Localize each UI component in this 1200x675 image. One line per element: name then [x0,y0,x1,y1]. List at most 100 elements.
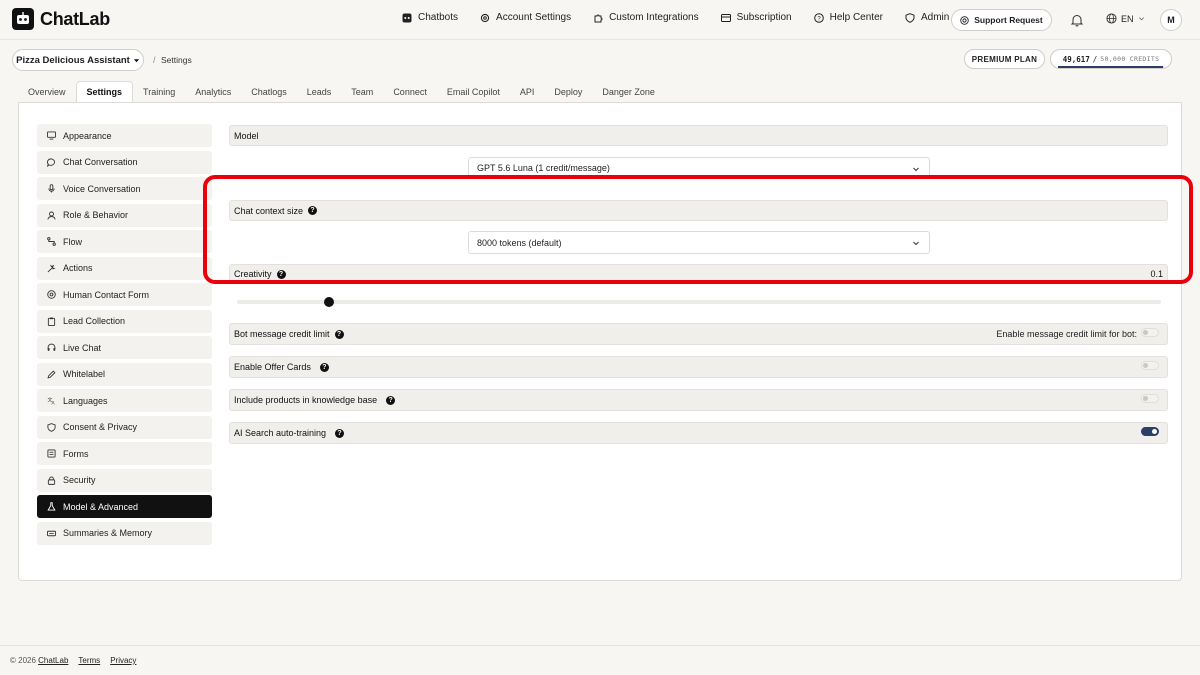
toggle-knob [1143,363,1148,368]
chevron-down-icon [913,241,919,246]
nav-help-center[interactable]: ? Help Center [813,12,883,23]
context-size-select[interactable]: 8000 tokens (default) [468,231,930,254]
sidebar-item-label: Voice Conversation [63,183,141,194]
offer-cards-row: Enable Offer Cards ? [229,356,1168,378]
settings-tabs: Overview Settings Training Analytics Chatlog… [18,81,665,102]
creativity-section-header: Creativity ? 0.1 [229,264,1168,284]
nav-chatbots[interactable]: Chatbots [402,12,458,23]
tab-chatlogs[interactable]: Chatlogs [241,81,297,102]
credits-progress-bar [1058,66,1164,68]
sidebar-item-whitelabel[interactable]: Whitelabel [37,362,212,386]
bell-icon[interactable] [1070,13,1084,27]
nav-admin-label: Admin [920,12,950,23]
lock-icon [47,475,56,485]
sidebar-item-live-chat[interactable]: Live Chat [37,336,212,359]
language-selector[interactable]: EN [1106,13,1145,24]
footer-brand-link[interactable]: ChatLab [38,656,68,665]
user-avatar[interactable]: M [1160,9,1182,31]
ai-search-toggle[interactable] [1141,427,1159,436]
tab-danger-zone[interactable]: Danger Zone [592,81,665,102]
credit-limit-toggle[interactable] [1141,328,1159,337]
tab-settings[interactable]: Settings [75,81,134,102]
toggle-knob [1143,396,1148,401]
creativity-slider[interactable] [237,297,1161,307]
sidebar-item-label: Lead Collection [63,316,126,326]
help-icon[interactable]: ? [334,329,344,339]
privacy-link[interactable]: Privacy [110,656,136,665]
footer-copyright: © 2026 ChatLab [10,656,68,665]
nav-custom-integrations[interactable]: Custom Integrations [593,12,699,23]
app-logo[interactable]: ChatLab [12,8,110,30]
sidebar-item-label: Role & Behavior [63,210,129,220]
tab-leads[interactable]: Leads [297,81,342,102]
tab-api[interactable]: API [510,81,545,102]
sidebar-item-label: Model & Advanced [63,501,139,512]
context-size-label: Chat context size [234,205,304,216]
support-request-label: Support Request [974,15,1043,25]
offer-cards-toggle[interactable] [1141,361,1159,370]
nav-subscription[interactable]: Subscription [720,12,792,23]
sidebar-item-flow[interactable]: Flow [37,230,212,253]
help-icon[interactable]: ? [308,206,318,215]
sidebar-item-actions[interactable]: Actions [37,256,212,280]
nav-account-settings[interactable]: Account Settings [480,12,571,23]
sidebar-item-label: Consent & Privacy [63,422,138,432]
credits-progress-fill [1058,66,1164,68]
chevron-down-icon [1138,17,1144,21]
help-icon[interactable]: ? [386,395,396,405]
tab-analytics[interactable]: Analytics [185,81,241,102]
support-request-button[interactable]: Support Request [951,9,1052,31]
sidebar-item-chat-conversation[interactable]: Chat Conversation [37,150,212,174]
robot-logo-icon [12,8,34,30]
sidebar-item-consent-privacy[interactable]: Consent & Privacy [37,415,212,439]
plan-badge[interactable]: PREMIUM PLAN [964,49,1045,69]
credit-limit-toggle-label: Enable message credit limit for bot: [996,329,1137,339]
sidebar-item-languages[interactable]: 文 A Languages [37,389,212,412]
sidebar-item-role-behavior[interactable]: Role & Behavior [37,203,212,227]
sidebar-item-voice-conversation[interactable]: Voice Conversation [37,177,212,200]
model-label: Model [234,130,259,141]
monitor-icon [47,131,56,140]
model-select[interactable]: GPT 5.6 Luna (1 credit/message) [468,157,930,177]
credit-limit-label: Bot message credit limit [234,329,330,339]
form-icon [47,449,56,458]
sidebar-item-appearance[interactable]: Appearance [37,124,212,147]
tab-deploy[interactable]: Deploy [544,81,592,102]
tab-training[interactable]: Training [133,81,185,102]
products-kb-label: Include products in knowledge base [234,395,378,405]
language-code: EN [1121,13,1134,24]
ai-search-label: AI Search auto-training [234,428,327,438]
chevron-down-icon [913,167,919,172]
terms-link[interactable]: Terms [78,656,100,665]
tab-overview[interactable]: Overview [18,81,76,102]
help-icon[interactable]: ? [276,269,286,279]
globe-icon [1106,13,1117,24]
bot-selector[interactable]: Pizza Delicious Assistant [12,49,144,71]
nav-admin[interactable]: Admin [905,12,949,23]
sidebar-item-summaries-memory[interactable]: Summaries & Memory [37,521,212,545]
toggle-knob [1152,429,1157,434]
flow-icon [47,237,56,246]
microphone-icon [48,184,55,193]
sidebar-item-security[interactable]: Security [37,468,212,492]
sidebar-item-label: Appearance [63,130,112,141]
products-kb-toggle[interactable] [1141,394,1159,403]
help-icon[interactable]: ? [335,428,345,438]
creativity-label: Creativity [234,269,272,279]
nav-account-settings-label: Account Settings [496,12,572,23]
sidebar-item-model-advanced[interactable]: Model & Advanced [37,495,212,518]
sidebar-item-forms[interactable]: Forms [37,442,212,465]
settings-sidebar: Appearance Chat Conversation Voice Convers… [37,124,212,548]
copyright-text: © 2026 [10,656,36,665]
help-icon[interactable]: ? [319,362,329,372]
tab-team[interactable]: Team [341,81,383,102]
actions-icon [47,264,56,272]
footer-divider [0,645,1200,646]
tab-email-copilot[interactable]: Email Copilot [437,81,510,102]
tab-connect[interactable]: Connect [383,81,437,102]
sidebar-item-human-contact-form[interactable]: Human Contact Form [37,283,212,306]
clipboard-icon [47,317,56,326]
sidebar-item-lead-collection[interactable]: Lead Collection [37,309,212,333]
context-size-value: 8000 tokens (default) [477,237,562,248]
nav-chatbots-label: Chatbots [418,12,459,23]
